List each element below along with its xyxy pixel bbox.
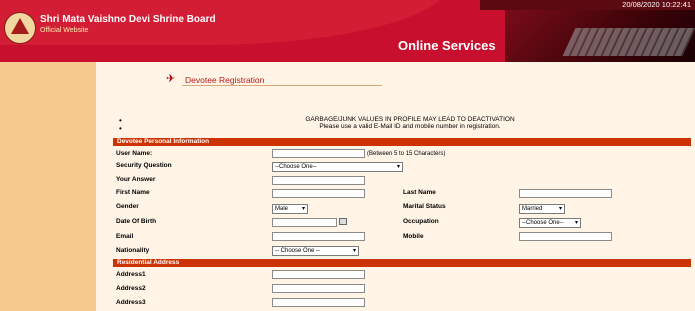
email-label: Email (116, 233, 134, 240)
keyboard-keys (562, 28, 695, 56)
security-question-label: Security Question (116, 162, 172, 169)
site-header: Shri Mata Vaishno Devi Shrine Board Offi… (0, 0, 695, 62)
address2-input[interactable] (272, 284, 365, 293)
calendar-icon[interactable] (339, 218, 347, 225)
gender-select[interactable]: Male (272, 204, 308, 214)
last-name-label: Last Name (403, 189, 436, 196)
notice-instruction: Please use a valid E-Mail ID and mobile … (319, 123, 501, 130)
marital-status-label: Marital Status (403, 203, 446, 210)
address1-input[interactable] (272, 270, 365, 279)
occupation-select[interactable]: --Choose One-- (519, 218, 581, 228)
mobile-input[interactable] (519, 232, 612, 241)
answer-input[interactable] (272, 176, 365, 185)
title-underline (182, 85, 382, 86)
dob-label: Date Of Birth (116, 218, 157, 225)
address2-label: Address2 (116, 285, 146, 292)
keyboard-banner-image (505, 10, 695, 62)
gender-label: Gender (116, 203, 139, 210)
nationality-label: Nationality (116, 247, 150, 254)
section-personal-info: Devotee Personal Information (113, 138, 691, 146)
username-input[interactable] (272, 149, 365, 158)
security-question-select[interactable]: --Choose One-- (272, 162, 403, 172)
mobile-label: Mobile (403, 233, 424, 240)
site-subtitle: Official Website (40, 27, 89, 34)
site-title[interactable]: Shri Mata Vaishno Devi Shrine Board (40, 14, 216, 25)
first-name-label: First Name (116, 189, 150, 196)
bullet-2: • (119, 124, 122, 133)
content-panel (96, 62, 695, 311)
datetime-bar: 20/08/2020 10:22:41 (480, 0, 695, 10)
username-label: User Name: (116, 150, 153, 157)
dob-input[interactable] (272, 218, 337, 227)
notice: GARBAGE/JUNK VALUES IN PROFILE MAY LEAD … (250, 116, 570, 130)
first-name-input[interactable] (272, 189, 365, 198)
notice-warning: GARBAGE/JUNK VALUES IN PROFILE MAY LEAD … (305, 116, 515, 123)
section-residential-address: Residential Address (113, 259, 691, 267)
banner-title: Online Services (398, 38, 496, 53)
address3-label: Address3 (116, 299, 146, 306)
page-title: Devotee Registration (185, 75, 265, 85)
email-input[interactable] (272, 232, 365, 241)
last-name-input[interactable] (519, 189, 612, 198)
shrine-logo[interactable] (4, 12, 36, 44)
occupation-label: Occupation (403, 218, 439, 225)
devotee-icon: ✈ (166, 73, 176, 85)
answer-label: Your Answer (116, 176, 156, 183)
address3-input[interactable] (272, 298, 365, 307)
address1-label: Address1 (116, 271, 146, 278)
username-hint: (Between 5 to 15 Characters) (367, 151, 446, 157)
nationality-select[interactable]: -- Choose One -- (272, 246, 359, 256)
marital-status-select[interactable]: Married (519, 204, 565, 214)
